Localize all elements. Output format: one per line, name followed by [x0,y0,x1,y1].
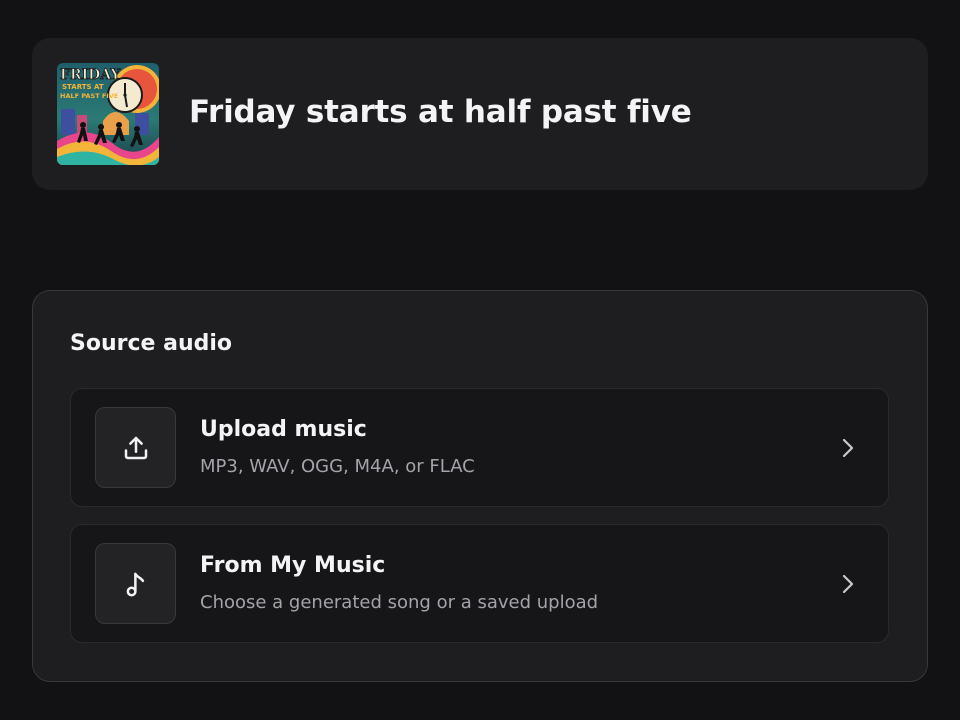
cover-text-half-past-five: HALF PAST FIVE [60,92,118,100]
upload-music-title: Upload music [200,417,367,442]
upload-music-subtitle: MP3, WAV, OGG, M4A, or FLAC [200,456,475,477]
from-my-music-subtitle: Choose a generated song or a saved uploa… [200,592,599,613]
song-title: Friday starts at half past five [189,94,692,130]
music-note-icon-box [95,543,176,624]
cover-text-friday: FRIDAY [60,67,121,83]
from-my-music-option[interactable]: From My Music Choose a generated song or… [70,524,889,643]
chevron-right-icon [842,438,854,458]
album-cover: FRIDAY STARTS AT HALF PAST FIVE [57,63,159,165]
song-header-card: FRIDAY STARTS AT HALF PAST FIVE Friday s… [32,38,928,190]
from-my-music-title: From My Music [200,553,386,578]
section-title: Source audio [70,331,233,356]
upload-music-option[interactable]: Upload music MP3, WAV, OGG, M4A, or FLAC [70,388,889,507]
cover-text-starts-at: STARTS AT [62,83,104,91]
music-note-icon [126,572,144,596]
album-cover-art: FRIDAY STARTS AT HALF PAST FIVE [57,63,159,165]
upload-icon-box [95,407,176,488]
upload-icon [124,436,147,459]
source-audio-card: Source audio Upload music MP3, WAV, OGG,… [32,290,928,682]
chevron-right-icon [842,574,854,594]
